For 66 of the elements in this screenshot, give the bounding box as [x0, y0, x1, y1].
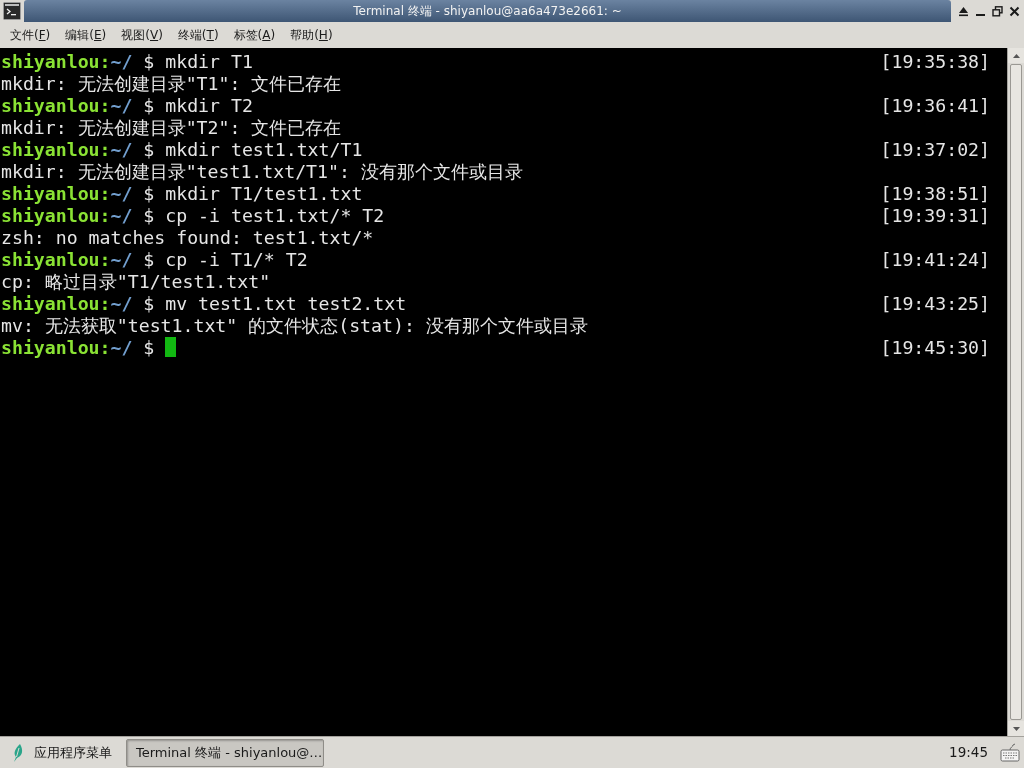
- output-text: mkdir: 无法创建目录"T1": 文件已存在: [1, 73, 342, 95]
- timestamp: [19:36:41]: [880, 95, 990, 117]
- scrollbar-thumb[interactable]: [1010, 64, 1022, 720]
- prompt-symbol: $: [143, 205, 155, 227]
- scroll-up-button[interactable]: [1008, 48, 1024, 63]
- maximize-icon: [992, 5, 1003, 17]
- prompt-path: ~/: [110, 51, 133, 73]
- app-menu-button[interactable]: 应用程序菜单: [6, 738, 118, 767]
- prompt-path: ~/: [110, 205, 133, 227]
- command-text: cp -i T1/* T2: [165, 249, 308, 271]
- prompt-path: ~/: [110, 139, 133, 161]
- timestamp: [19:38:51]: [880, 183, 990, 205]
- timestamp: [19:41:24]: [880, 249, 990, 271]
- menu-item[interactable]: 标签(A): [226, 22, 283, 48]
- timestamp: [19:43:25]: [880, 293, 990, 315]
- output-text: mkdir: 无法创建目录"T2": 文件已存在: [1, 117, 342, 139]
- keyboard-icon[interactable]: [1000, 742, 1020, 763]
- command-text: cp -i test1.txt/* T2: [165, 205, 385, 227]
- down-arrow-icon: [1012, 726, 1020, 731]
- prompt-path: ~/: [110, 183, 133, 205]
- clock: 19:45: [949, 743, 988, 763]
- prompt-user: shiyanlou:: [1, 139, 111, 161]
- command-text: mv test1.txt test2.txt: [165, 293, 407, 315]
- prompt-path: ~/: [110, 95, 133, 117]
- command-text: mkdir T2: [165, 95, 253, 117]
- prompt-symbol: $: [143, 337, 155, 359]
- output-text: mkdir: 无法创建目录"test1.txt/T1": 没有那个文件或目录: [1, 161, 523, 183]
- timestamp: [19:35:38]: [880, 51, 990, 73]
- command-text: mkdir T1/test1.txt: [165, 183, 363, 205]
- taskbar-task[interactable]: Terminal 终端 - shiyanlou@…: [126, 738, 324, 767]
- command-text: mkdir test1.txt/T1: [165, 139, 363, 161]
- prompt-path: ~/: [110, 249, 133, 271]
- terminal-icon[interactable]: [3, 2, 21, 20]
- minimize-icon: [976, 14, 985, 16]
- prompt-user: shiyanlou:: [1, 293, 111, 315]
- close-icon: [1009, 5, 1020, 17]
- prompt-user: shiyanlou:: [1, 337, 111, 359]
- command-text: mkdir T1: [165, 51, 253, 73]
- prompt-user: shiyanlou:: [1, 95, 111, 117]
- prompt-symbol: $: [143, 95, 155, 117]
- prompt-symbol: $: [143, 139, 155, 161]
- menu-item[interactable]: 文件(F): [3, 22, 58, 48]
- prompt-symbol: $: [143, 183, 155, 205]
- prompt-user: shiyanlou:: [1, 205, 111, 227]
- triangle-icon: [958, 5, 969, 17]
- prompt-user: shiyanlou:: [1, 249, 111, 271]
- prompt-path: ~/: [110, 293, 133, 315]
- menu-item[interactable]: 帮助(H): [283, 22, 340, 48]
- window-title: Terminal 终端 - shiyanlou@aa6a473e2661: ~: [353, 3, 622, 20]
- prompt-symbol: $: [143, 293, 155, 315]
- output-text: zsh: no matches found: test1.txt/*: [1, 227, 374, 249]
- menu-item[interactable]: 终端(T): [170, 22, 226, 48]
- scroll-down-button[interactable]: [1008, 721, 1024, 736]
- output-text: mv: 无法获取"test1.txt" 的文件状态(stat): 没有那个文件或目录: [1, 315, 588, 337]
- timestamp: [19:37:02]: [880, 139, 990, 161]
- prompt-symbol: $: [143, 51, 155, 73]
- prompt-symbol: $: [143, 249, 155, 271]
- output-text: cp: 略过目录"T1/test1.txt": [1, 271, 271, 293]
- menu-item[interactable]: 视图(V): [114, 22, 170, 48]
- timestamp: [19:45:30]: [880, 337, 990, 359]
- timestamp: [19:39:31]: [880, 205, 990, 227]
- up-arrow-icon: [1012, 53, 1020, 58]
- prompt-user: shiyanlou:: [1, 51, 111, 73]
- menu-item[interactable]: 编辑(E): [58, 22, 114, 48]
- prompt-user: shiyanlou:: [1, 183, 111, 205]
- prompt-path: ~/: [110, 337, 133, 359]
